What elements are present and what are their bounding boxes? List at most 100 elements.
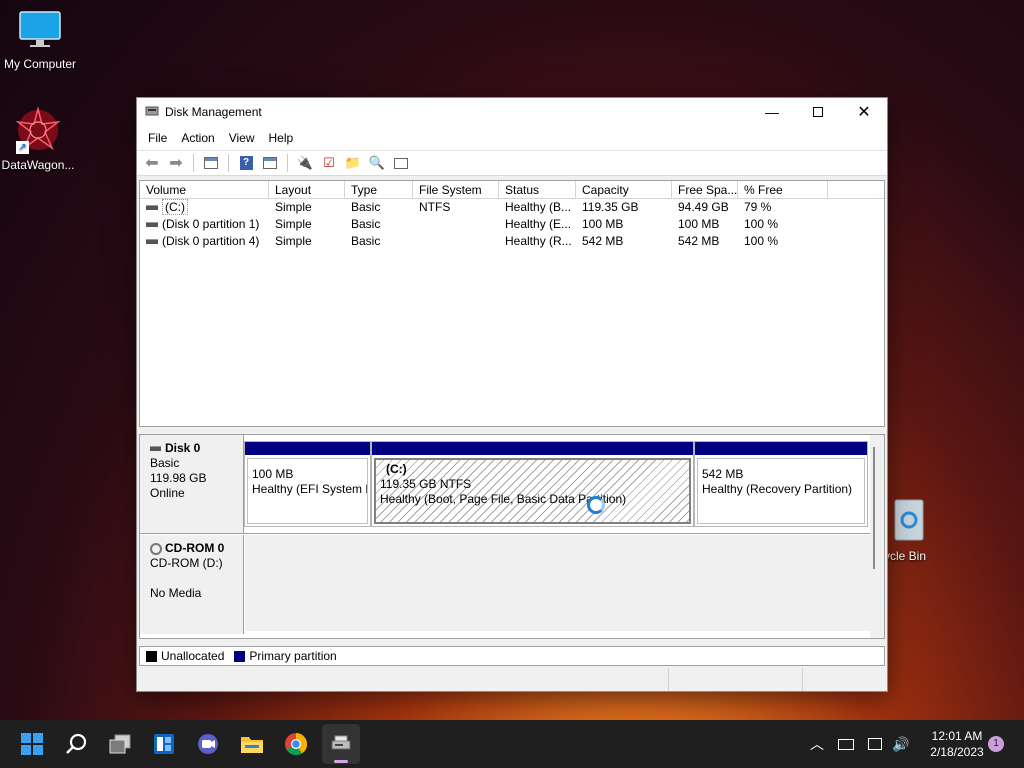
console-tree-icon (204, 157, 218, 169)
column-header-file-system[interactable]: File System (413, 181, 499, 198)
menu-help[interactable]: Help (262, 131, 301, 145)
legend: Unallocated Primary partition (139, 646, 885, 666)
disk-0-label[interactable]: Disk 0 Basic 119.98 GB Online (140, 435, 244, 533)
back-button[interactable]: ⬅ (141, 153, 163, 173)
table-row[interactable]: (Disk 0 partition 1) Simple Basic Health… (140, 216, 884, 233)
disk-name: Disk 0 (165, 441, 201, 455)
volume-name: (Disk 0 partition 1) (162, 217, 260, 231)
column-header-type[interactable]: Type (345, 181, 413, 198)
chat-button[interactable] (192, 728, 224, 760)
search-button[interactable] (60, 728, 92, 760)
chrome-button[interactable] (280, 728, 312, 760)
properties-view-button[interactable] (259, 153, 281, 173)
cell-free-space: 100 MB (678, 217, 720, 231)
volume-name: (C:) (162, 199, 188, 215)
table-row[interactable]: (Disk 0 partition 4) Simple Basic Health… (140, 233, 884, 250)
volume-icon[interactable]: 🔊 (892, 736, 909, 753)
maximize-button[interactable] (795, 98, 841, 126)
folder-up-button[interactable]: 📁 (342, 153, 364, 173)
cell-layout: Simple (275, 234, 312, 248)
disk-management-taskbar-button[interactable] (322, 724, 360, 764)
cell-layout: Simple (275, 217, 312, 231)
forward-button[interactable]: ➡ (165, 153, 187, 173)
busy-cursor-icon (587, 496, 605, 514)
table-row[interactable]: (C:) Simple Basic NTFS Healthy (B... 119… (140, 199, 884, 216)
partition-label: (C:) (386, 462, 407, 476)
column-header-volume[interactable]: Volume (140, 181, 269, 198)
cell-percent-free: 79 % (744, 200, 772, 214)
monitor-icon (0, 10, 80, 53)
menu-view[interactable]: View (222, 131, 262, 145)
disk-graphical-view[interactable]: Disk 0 Basic 119.98 GB Online 100 MB Hea… (139, 434, 885, 639)
partition-size: 119.35 GB NTFS (380, 477, 472, 491)
cdrom-empty-area (245, 535, 872, 631)
chat-icon (198, 734, 218, 754)
volume-list[interactable]: Volume Layout Type File System Status Ca… (139, 180, 885, 427)
notification-badge[interactable]: 1 (988, 736, 1004, 752)
cell-percent-free: 100 % (744, 234, 779, 248)
widgets-button[interactable] (148, 728, 180, 760)
disk-name: CD-ROM 0 (165, 541, 225, 555)
drive-icon (146, 239, 158, 245)
cell-capacity: 119.35 GB (582, 200, 639, 214)
properties-icon (263, 157, 277, 169)
maximize-icon (813, 107, 823, 117)
desktop-icon-label: DataWagon... (1, 158, 75, 172)
cell-file-system (413, 216, 499, 233)
menu-file[interactable]: File (141, 131, 174, 145)
vertical-scrollbar[interactable] (870, 435, 884, 638)
checklist-icon: ☑ (323, 155, 335, 170)
recycle-bin-icon (884, 498, 934, 545)
help-button[interactable]: ? (235, 153, 257, 173)
help-icon: ? (239, 156, 253, 170)
task-view-button[interactable] (104, 728, 136, 760)
search-button[interactable]: 🔍 (366, 153, 388, 173)
chrome-icon (285, 733, 308, 756)
partition-c[interactable]: (C:) 119.35 GB NTFS Healthy (Boot, Page … (371, 441, 694, 527)
toolbar: ⬅ ➡ ? 🔌 ☑ 📁 🔍 (137, 150, 887, 176)
volume-name: (Disk 0 partition 4) (162, 234, 260, 248)
drive-icon (146, 222, 158, 228)
cell-free-space: 542 MB (678, 234, 720, 248)
partition-efi[interactable]: 100 MB Healthy (EFI System P (244, 441, 371, 527)
cell-file-system: NTFS (419, 200, 451, 214)
legend-primary: Primary partition (249, 649, 337, 663)
cell-file-system (413, 233, 499, 250)
column-header-capacity[interactable]: Capacity (576, 181, 672, 198)
column-header-layout[interactable]: Layout (269, 181, 345, 198)
toolbar-separator (287, 154, 288, 172)
cdrom-0-label[interactable]: CD-ROM 0 CD-ROM (D:) No Media (140, 535, 244, 634)
start-button[interactable] (16, 728, 48, 760)
network-icon[interactable] (868, 738, 882, 750)
active-indicator (334, 760, 348, 763)
column-header-status[interactable]: Status (499, 181, 576, 198)
clock-time: 12:01 AM (931, 729, 983, 743)
cell-status: Healthy (R... (505, 234, 572, 248)
close-button[interactable]: ✕ (841, 98, 887, 126)
search-icon (66, 733, 87, 754)
check-button[interactable]: ☑ (318, 153, 340, 173)
show-hide-tree-button[interactable] (200, 153, 222, 173)
disk-media: No Media (150, 586, 202, 600)
partition-recovery[interactable]: 542 MB Healthy (Recovery Partition) (694, 441, 868, 527)
column-header-free-space[interactable]: Free Spa... (672, 181, 738, 198)
datawagon-logo-icon: ↗ (14, 106, 62, 154)
cdrom-0-row: CD-ROM 0 CD-ROM (D:) No Media (140, 535, 872, 634)
chevron-up-icon[interactable]: ︿ (810, 734, 824, 754)
primary-partition-swatch (234, 650, 246, 662)
minimize-button[interactable]: — (749, 98, 795, 126)
cell-type: Basic (351, 217, 381, 231)
keyboard-icon[interactable] (838, 738, 854, 750)
desktop-icon-datawagon[interactable]: ↗ DataWagon... (0, 106, 78, 172)
folder-up-icon: 📁 (344, 155, 362, 170)
menu-action[interactable]: Action (174, 131, 221, 145)
file-explorer-button[interactable] (236, 728, 268, 760)
connect-button[interactable]: 🔌 (294, 153, 316, 173)
clock[interactable]: 12:01 AM 2/18/2023 (924, 728, 990, 760)
scrollbar-thumb[interactable] (873, 447, 875, 569)
console-view-button[interactable] (390, 153, 412, 173)
legend-unallocated: Unallocated (161, 649, 225, 663)
desktop-icon-my-computer[interactable]: My Computer (0, 10, 80, 71)
column-header-percent-free[interactable]: % Free (738, 181, 828, 198)
title-bar[interactable]: Disk Management — ✕ (137, 98, 887, 126)
